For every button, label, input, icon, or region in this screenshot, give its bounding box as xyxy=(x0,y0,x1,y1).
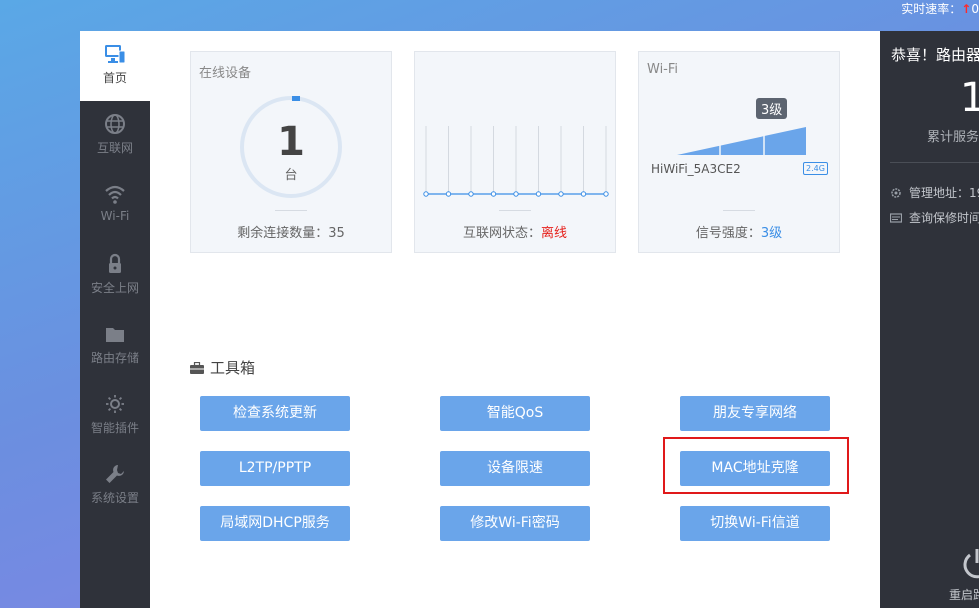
change-wifi-password-button[interactable]: 修改Wi-Fi密码 xyxy=(440,506,590,541)
ring-indicator xyxy=(292,96,300,101)
toolbox-title: 工具箱 xyxy=(210,359,256,377)
service-label: 累计服务 xyxy=(927,130,979,145)
device-count: 1 xyxy=(277,119,305,165)
divider xyxy=(723,210,755,211)
sidebar-item-security[interactable]: 安全上网 xyxy=(80,241,150,311)
sidebar-item-home[interactable]: 首页 xyxy=(80,31,150,101)
toolbox-icon xyxy=(190,361,204,374)
toolbox-heading: 工具箱 xyxy=(190,357,255,378)
sidebar-item-label: 首页 xyxy=(102,71,127,85)
remaining-connections-value: 35 xyxy=(328,226,345,241)
upload-arrow-icon: ↑ xyxy=(961,2,972,16)
internet-status-value: 离线 xyxy=(541,226,568,241)
signal-level-badge: 3级 xyxy=(756,98,788,119)
internet-status-card[interactable]: 互联网状态：离线 xyxy=(414,51,616,253)
bulb-icon xyxy=(106,395,124,413)
signal-strength-label: 信号强度： xyxy=(695,226,761,241)
sidebar-item-storage[interactable]: 路由存储 xyxy=(80,311,150,381)
gear-icon xyxy=(891,187,901,198)
device-speed-limit-button[interactable]: 设备限速 xyxy=(440,451,590,486)
warranty-text: 查询保修时间 xyxy=(909,211,979,225)
sidebar-item-internet[interactable]: 互联网 xyxy=(80,101,150,171)
sidebar-item-label: 智能插件 xyxy=(90,421,139,435)
traffic-graph xyxy=(423,126,609,197)
sidebar-item-label: Wi-Fi xyxy=(100,209,130,223)
highlight-box xyxy=(663,437,849,494)
signal-strength-value: 3级 xyxy=(760,226,783,241)
sidebar-item-label: 安全上网 xyxy=(90,281,139,295)
card-footer: 信号强度：3级 xyxy=(639,222,839,241)
device-count-ring: 1 台 xyxy=(240,96,342,198)
divider xyxy=(275,210,307,211)
divider xyxy=(499,210,531,211)
sidebar-item-plugins[interactable]: 智能插件 xyxy=(80,381,150,451)
wifi-card[interactable]: Wi-Fi 3级 HiWiFi_5A3CE2 2.4G 信号强度：3级 xyxy=(638,51,840,253)
realtime-speed: 实时速率：↑0 xyxy=(901,0,979,17)
speed-value: 0 xyxy=(971,2,979,16)
band-tag: 2.4G xyxy=(803,162,828,175)
warranty-check[interactable]: 查询保修时间 xyxy=(890,209,979,226)
right-panel: 恭喜！路由器 1 累计服务 管理地址：192 查询保修时间 重启路由 xyxy=(880,31,979,608)
admin-address-text: 管理地址：192 xyxy=(909,186,979,200)
lock-icon xyxy=(109,253,121,273)
speed-label: 实时速率： xyxy=(901,2,962,16)
card-title: Wi-Fi xyxy=(647,62,679,77)
l2tp-pptp-button[interactable]: L2TP/PPTP xyxy=(200,451,350,486)
sidebar-item-settings[interactable]: 系统设置 xyxy=(80,451,150,521)
sidebar: 首页 互联网 Wi-Fi 安全上网 路由存储 智能插件 系统设置 xyxy=(80,31,150,608)
friend-network-button[interactable]: 朋友专享网络 xyxy=(680,396,830,431)
online-devices-card[interactable]: 在线设备 1 台 剩余连接数量：35 xyxy=(190,51,392,253)
service-count: 1 xyxy=(960,75,979,121)
device-count-unit: 台 xyxy=(284,168,298,183)
admin-address[interactable]: 管理地址：192 xyxy=(890,184,979,201)
sidebar-item-label: 互联网 xyxy=(96,141,133,155)
sidebar-item-label: 路由存储 xyxy=(90,351,139,365)
power-icon[interactable] xyxy=(962,547,979,581)
card-icon xyxy=(890,212,902,223)
reboot-router-label[interactable]: 重启路由 xyxy=(949,586,979,603)
wifi-icon xyxy=(105,185,125,204)
sidebar-item-wifi[interactable]: Wi-Fi xyxy=(80,171,150,241)
wrench-icon xyxy=(106,465,124,483)
remaining-connections-label: 剩余连接数量： xyxy=(237,226,329,241)
wifi-ssid: HiWiFi_5A3CE2 xyxy=(651,162,741,176)
monitor-icon xyxy=(105,45,126,64)
lan-dhcp-button[interactable]: 局域网DHCP服务 xyxy=(200,506,350,541)
globe-icon xyxy=(105,114,125,134)
card-footer: 互联网状态：离线 xyxy=(415,222,615,241)
smart-qos-button[interactable]: 智能QoS xyxy=(440,396,590,431)
main-content: 在线设备 1 台 剩余连接数量：35 互联网状态：离线 Wi-Fi 3级 HiW… xyxy=(150,31,880,608)
internet-status-label: 互联网状态： xyxy=(462,226,541,241)
check-update-button[interactable]: 检查系统更新 xyxy=(200,396,350,431)
top-bar: 实时速率：↑0 xyxy=(0,0,979,31)
card-footer: 剩余连接数量：35 xyxy=(191,222,391,241)
switch-wifi-channel-button[interactable]: 切换Wi-Fi信道 xyxy=(680,506,830,541)
folder-icon xyxy=(106,328,124,342)
divider xyxy=(890,162,979,163)
sidebar-item-label: 系统设置 xyxy=(90,491,139,505)
congrats-title: 恭喜！路由器 xyxy=(891,46,979,64)
card-title: 在线设备 xyxy=(199,66,252,81)
signal-strength-icon xyxy=(677,126,806,156)
